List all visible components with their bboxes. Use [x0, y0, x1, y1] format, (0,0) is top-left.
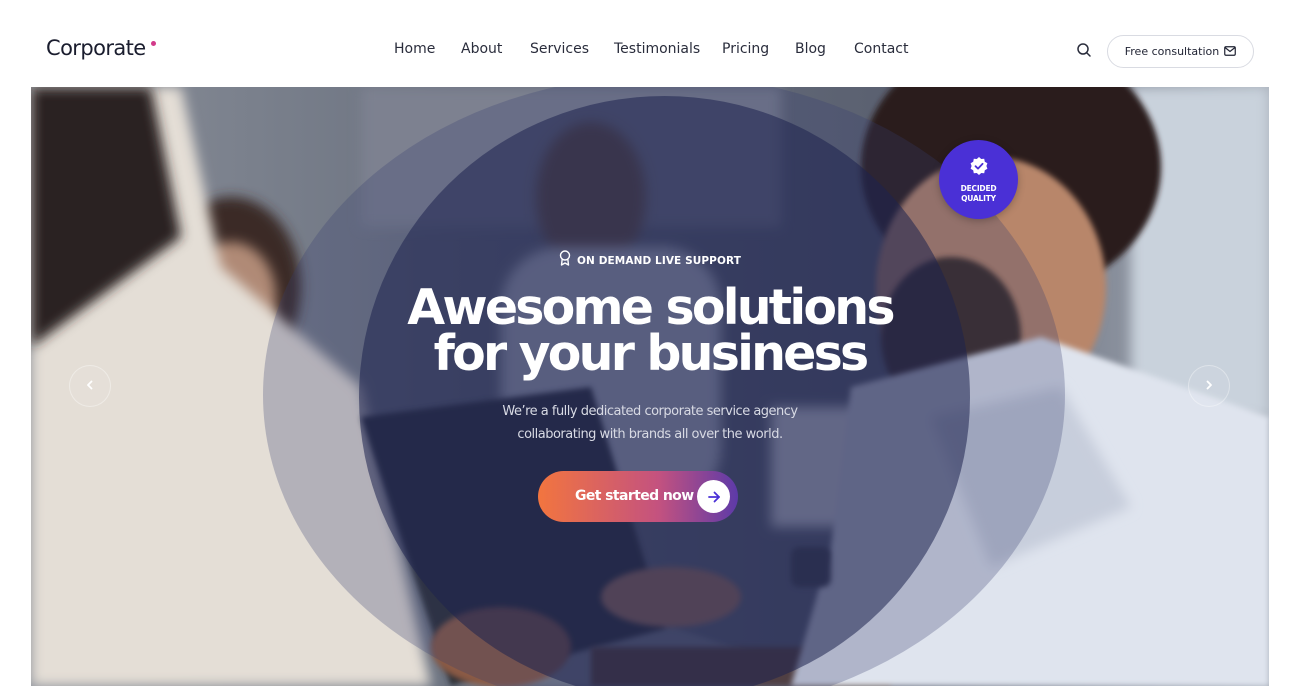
verified-check-icon: [969, 156, 989, 181]
nav-home[interactable]: Home: [394, 41, 435, 57]
badge-line-2: QUALITY: [961, 193, 996, 203]
award-icon: [559, 250, 571, 271]
subtitle-line-1: We’re a fully dedicated corporate servic…: [502, 404, 798, 419]
nav-testimonials[interactable]: Testimonials: [614, 41, 700, 57]
nav-pricing[interactable]: Pricing: [722, 41, 769, 57]
chevron-left-icon: [85, 377, 95, 395]
get-started-label: Get started now: [575, 488, 694, 504]
free-consultation-button[interactable]: Free consultation: [1107, 35, 1254, 68]
slider-prev-button[interactable]: [69, 365, 111, 407]
hero-overlay-inner: [359, 96, 970, 686]
nav-services[interactable]: Services: [530, 41, 589, 57]
nav-contact[interactable]: Contact: [854, 41, 908, 57]
get-started-button[interactable]: Get started now: [538, 471, 738, 522]
hero-subtitle: We’re a fully dedicated corporate servic…: [31, 400, 1269, 446]
hero-eyebrow: ON DEMAND LIVE SUPPORT: [31, 250, 1269, 271]
search-icon[interactable]: [1074, 40, 1094, 60]
nav-blog[interactable]: Blog: [795, 41, 826, 57]
quality-badge: DECIDED QUALITY: [939, 140, 1018, 219]
free-consultation-label: Free consultation: [1124, 45, 1220, 58]
eyebrow-text: ON DEMAND LIVE SUPPORT: [577, 254, 741, 267]
subtitle-line-2: collaborating with brands all over the w…: [517, 427, 783, 442]
slider-next-button[interactable]: [1188, 365, 1230, 407]
nav-about[interactable]: About: [461, 41, 502, 57]
site-header: Corporate Home About Services Testimonia…: [0, 0, 1300, 86]
headline-line-2: for your business: [433, 325, 869, 382]
chevron-right-icon: [1204, 377, 1214, 395]
mail-icon: [1224, 43, 1237, 61]
hero-slider: DECIDED QUALITY ON DEMAND LIVE SUPPORT A…: [31, 87, 1269, 686]
hero-headline: Awesome solutions for your business: [31, 283, 1269, 382]
badge-line-1: DECIDED: [960, 183, 997, 193]
arrow-right-icon: [697, 480, 730, 513]
main-nav: Home About Services Testimonials Pricing…: [0, 41, 1300, 61]
